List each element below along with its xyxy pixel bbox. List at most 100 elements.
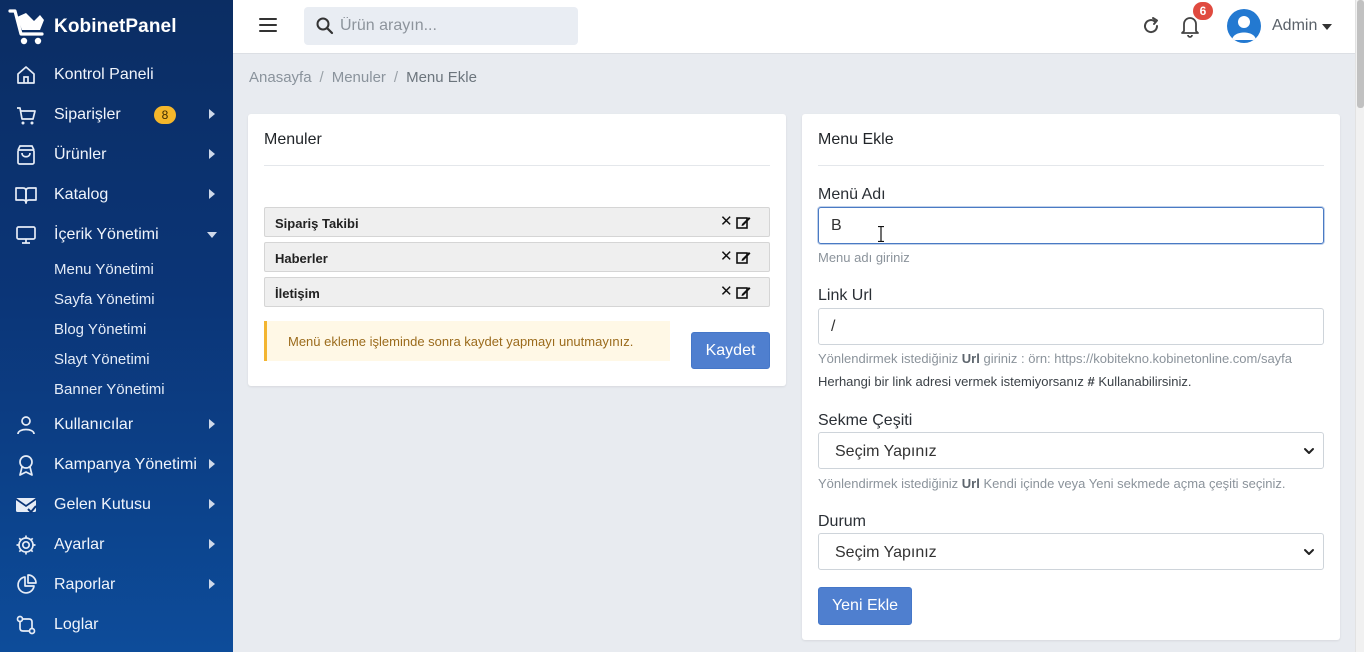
sidebar-subitem-menu-yonetimi[interactable]: Menu Yönetimi	[54, 261, 154, 278]
menu-item[interactable]: İletişim ✕	[264, 277, 770, 307]
tab-type-hint: Yönlendirmek istediğiniz Url Kendi içind…	[818, 476, 1286, 491]
text-cursor-icon	[878, 226, 884, 242]
note-bold: #	[1087, 374, 1095, 389]
brand[interactable]: KobinetPanel	[0, 0, 233, 53]
gear-icon	[16, 535, 36, 555]
sidebar-item-kampanya-yonetimi[interactable]: Kampanya Yönetimi	[0, 445, 233, 485]
edit-icon[interactable]	[736, 285, 751, 300]
sidebar-item-label: Ayarlar	[54, 536, 105, 553]
search-box	[304, 7, 578, 45]
note-text: Herhangi bir link adresi vermek istemiyo…	[818, 374, 1088, 389]
tab-type-label: Sekme Çeşiti	[818, 412, 913, 429]
user-menu[interactable]: Admin	[1272, 17, 1317, 35]
menu-name-input[interactable]	[818, 207, 1324, 244]
sidebar-item-gelen-kutusu[interactable]: Gelen Kutusu	[0, 485, 233, 525]
card-title: Menu Ekle	[818, 131, 894, 148]
sidebar-item-label: Kampanya Yönetimi	[54, 456, 197, 473]
sidebar-item-label: Gelen Kutusu	[54, 496, 151, 513]
mail-check-icon	[15, 498, 37, 514]
hint-text: Yönlendirmek istediğiniz	[818, 351, 962, 366]
save-button[interactable]: Kaydet	[691, 332, 770, 369]
chevron-right-icon	[209, 419, 215, 429]
divider	[818, 165, 1324, 166]
status-label: Durum	[818, 513, 867, 530]
user-icon	[17, 416, 35, 435]
user-avatar-icon	[1232, 16, 1256, 40]
chevron-right-icon	[209, 459, 215, 469]
add-new-button[interactable]: Yeni Ekle	[818, 587, 912, 625]
sidebar-item-label: Raporlar	[54, 576, 116, 593]
menu-item-label: Sipariş Takibi	[275, 216, 359, 231]
sidebar-item-loglar[interactable]: Loglar	[0, 605, 233, 645]
delete-icon[interactable]: ✕	[720, 249, 733, 264]
card-title: Menuler	[264, 131, 322, 148]
page-scrollbar[interactable]	[1355, 0, 1364, 652]
sidebar-item-ayarlar[interactable]: Ayarlar	[0, 525, 233, 565]
sidebar-item-label: Ürünler	[54, 146, 107, 163]
edit-icon[interactable]	[736, 250, 751, 265]
tab-type-select[interactable]: Seçim Yapınız	[818, 432, 1324, 469]
shopping-cart-logo-icon	[8, 8, 44, 44]
pie-chart-icon	[17, 574, 37, 594]
link-url-note: Herhangi bir link adresi vermek istemiyo…	[818, 374, 1192, 389]
bag-icon	[17, 145, 35, 165]
sidebar: KobinetPanel Kontrol Paneli Siparişler 8…	[0, 0, 233, 652]
notification-badge: 6	[1193, 2, 1213, 20]
breadcrumb-menuler[interactable]: Menuler	[332, 69, 386, 86]
chevron-down-icon	[1304, 549, 1314, 555]
breadcrumb: Anasayfa / Menuler / Menu Ekle	[249, 69, 477, 86]
chevron-down-icon	[207, 232, 217, 238]
status-select[interactable]: Seçim Yapınız	[818, 533, 1324, 570]
menu-item[interactable]: Haberler ✕	[264, 242, 770, 272]
sidebar-item-urunler[interactable]: Ürünler	[0, 135, 233, 175]
link-url-hint: Yönlendirmek istediğiniz Url giriniz : ö…	[818, 351, 1292, 366]
sidebar-item-label: Loglar	[54, 616, 99, 633]
add-menu-card: Menu Ekle Menü Adı Menu adı giriniz Link…	[802, 114, 1340, 640]
breadcrumb-home[interactable]: Anasayfa	[249, 69, 312, 86]
scrollbar-thumb[interactable]	[1357, 0, 1364, 108]
sidebar-subitem-slayt-yonetimi[interactable]: Slayt Yönetimi	[54, 351, 150, 368]
hint-bold: Url	[961, 476, 980, 491]
delete-icon[interactable]: ✕	[720, 284, 733, 299]
edit-icon[interactable]	[736, 215, 751, 230]
link-url-input[interactable]	[818, 308, 1324, 345]
sidebar-item-icerik-yonetimi[interactable]: İçerik Yönetimi	[0, 215, 233, 255]
sidebar-item-kontrol-paneli[interactable]: Kontrol Paneli	[0, 55, 233, 95]
sidebar-item-label: Siparişler	[54, 106, 121, 123]
menus-card: Menuler Sipariş Takibi ✕ Haberler ✕ İlet…	[248, 114, 786, 386]
topbar: 6 Admin	[233, 0, 1355, 54]
chevron-right-icon	[209, 539, 215, 549]
chevron-right-icon	[209, 189, 215, 199]
refresh-icon[interactable]	[1141, 16, 1161, 36]
sidebar-item-raporlar[interactable]: Raporlar	[0, 565, 233, 605]
sidebar-item-label: Kullanıcılar	[54, 416, 134, 433]
sidebar-item-kullanicilar[interactable]: Kullanıcılar	[0, 405, 233, 445]
menu-toggle-icon[interactable]	[259, 18, 277, 32]
sidebar-item-label: İçerik Yönetimi	[54, 226, 159, 243]
hint-text: Yönlendirmek istediğiniz	[818, 476, 962, 491]
sidebar-item-katalog[interactable]: Katalog	[0, 175, 233, 215]
link-url-label: Link Url	[818, 287, 873, 304]
search-input[interactable]	[340, 7, 570, 45]
sidebar-item-siparisler[interactable]: Siparişler 8	[0, 95, 233, 135]
caret-down-icon	[1322, 24, 1332, 30]
chevron-down-icon	[1304, 448, 1314, 454]
chevron-right-icon	[209, 579, 215, 589]
select-value: Seçim Yapınız	[835, 443, 937, 460]
breadcrumb-separator: /	[393, 69, 399, 86]
brand-name: KobinetPanel	[54, 15, 177, 37]
sidebar-subitem-blog-yonetimi[interactable]: Blog Yönetimi	[54, 321, 146, 338]
hint-text: giriniz : örn: https://kobitekno.kobinet…	[979, 351, 1293, 366]
menu-item-label: İletişim	[275, 286, 320, 301]
menu-item[interactable]: Sipariş Takibi ✕	[264, 207, 770, 237]
search-icon	[316, 17, 334, 35]
delete-icon[interactable]: ✕	[720, 214, 733, 229]
breadcrumb-current: Menu Ekle	[406, 69, 477, 86]
avatar[interactable]	[1227, 9, 1261, 43]
sidebar-subitem-sayfa-yonetimi[interactable]: Sayfa Yönetimi	[54, 291, 155, 308]
breadcrumb-separator: /	[319, 69, 324, 86]
select-value: Seçim Yapınız	[835, 544, 937, 561]
orders-count-badge: 8	[154, 106, 176, 124]
alert-text: Menü ekleme işleminde sonra kaydet yapma…	[288, 334, 634, 349]
sidebar-subitem-banner-yonetimi[interactable]: Banner Yönetimi	[54, 381, 165, 398]
